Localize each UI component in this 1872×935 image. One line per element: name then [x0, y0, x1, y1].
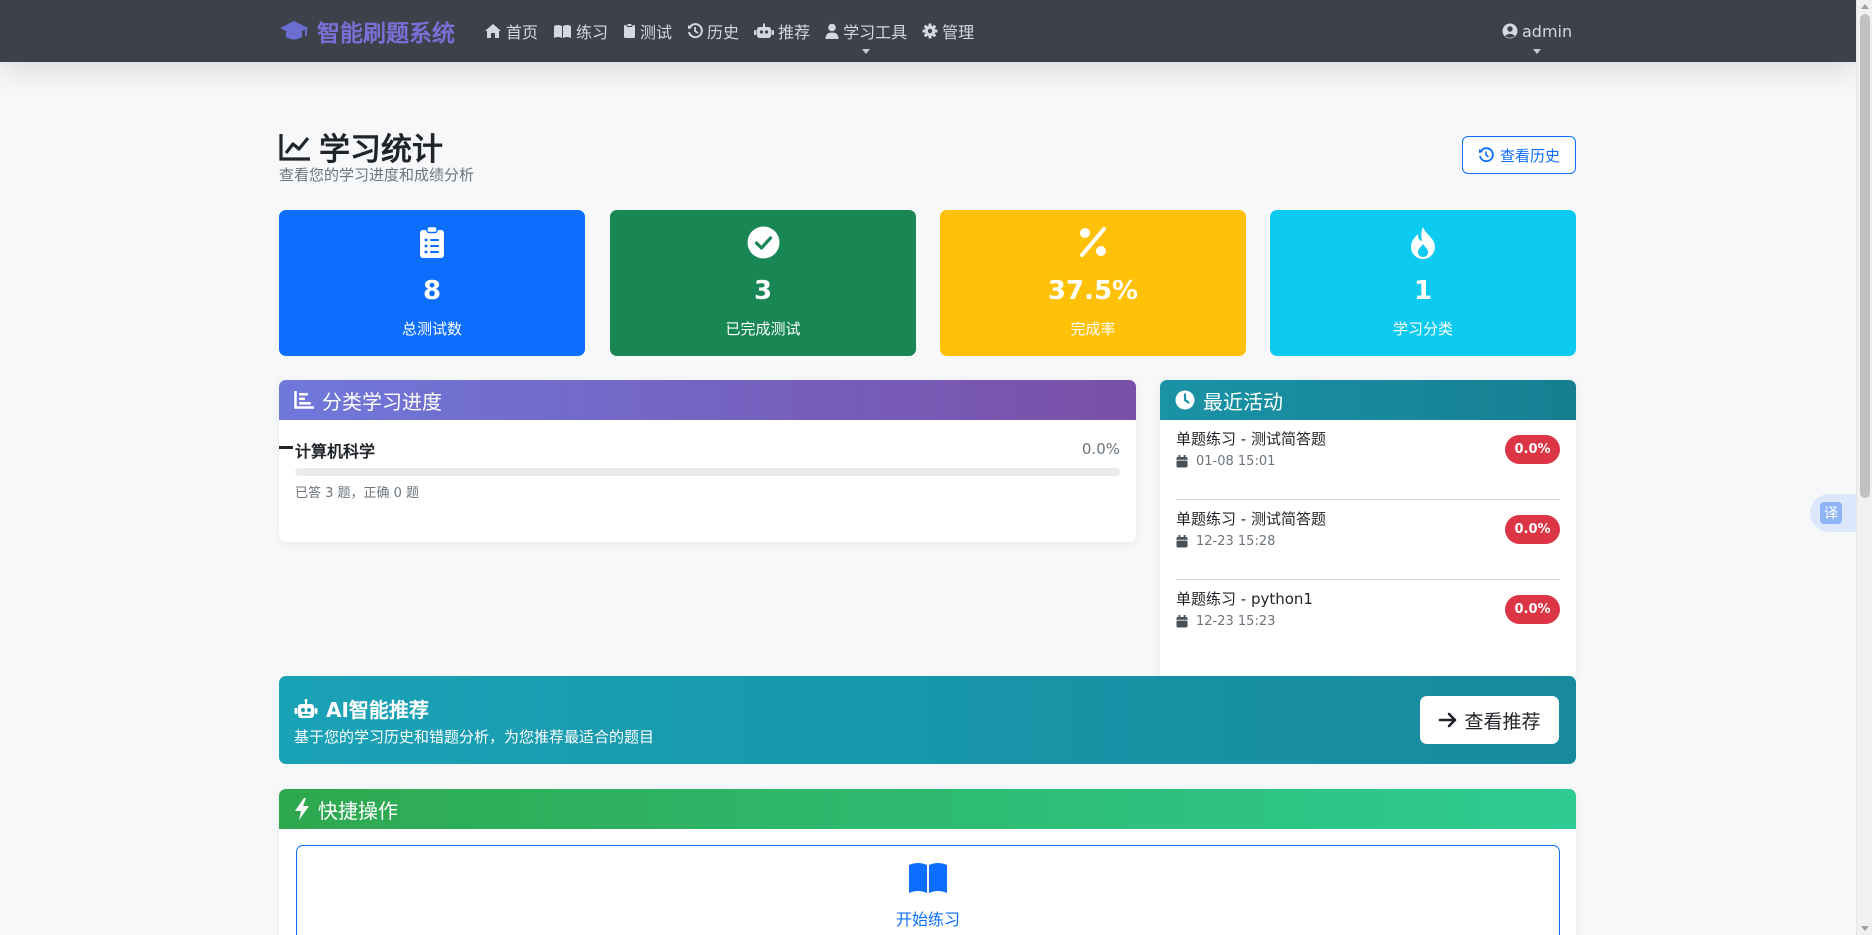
category-progress-title: 分类学习进度: [322, 389, 442, 414]
nav-item-home[interactable]: 首页: [484, 18, 538, 44]
brand-name: 智能刷题系统: [317, 21, 455, 47]
activity-item[interactable]: 单题练习 - python1 12-23 15:23 0.0%: [1176, 580, 1560, 660]
nav-item-recommend[interactable]: 推荐: [754, 18, 810, 44]
username: admin: [1522, 21, 1573, 41]
view-recommendations-button[interactable]: 查看推荐: [1420, 696, 1559, 744]
activity-time: 12-23 15:23: [1176, 614, 1275, 629]
chevron-down-icon: [862, 49, 871, 54]
history-icon: [1478, 147, 1494, 163]
page-title: 学习统计: [279, 124, 443, 169]
stat-card-categories: 1 学习分类: [1270, 210, 1576, 356]
arrow-right-icon: [1439, 712, 1457, 728]
recent-activity-title: 最近活动: [1203, 389, 1283, 414]
user-dropdown[interactable]: admin: [1502, 18, 1573, 54]
robot-icon: [294, 698, 318, 718]
gear-icon: [922, 23, 938, 39]
nav-label: 首页: [506, 23, 539, 42]
book-icon: [554, 24, 572, 38]
stat-value: 8: [422, 276, 442, 306]
page-title-text: 学习统计: [319, 132, 443, 168]
scroll-up-arrow[interactable]: [1861, 4, 1869, 9]
bolt-icon: [295, 798, 309, 820]
score-badge: 0.0%: [1505, 435, 1560, 464]
stat-label: 总测试数: [401, 320, 462, 338]
home-icon: [485, 24, 501, 38]
view-history-button[interactable]: 查看历史: [1462, 136, 1576, 174]
scroll-thumb[interactable]: [1860, 14, 1870, 498]
user-icon: [825, 23, 839, 39]
start-practice-button[interactable]: 开始练习: [296, 845, 1560, 935]
ai-recommend-title: AI智能推荐: [294, 694, 429, 723]
stat-label: 已完成测试: [725, 320, 801, 338]
activity-time: 12-23 15:28: [1176, 534, 1275, 549]
view-history-label: 查看历史: [1499, 146, 1560, 165]
category-name: 计算机科学: [295, 442, 376, 461]
score-badge: 0.0%: [1505, 515, 1560, 544]
chevron-down-icon: [1533, 49, 1542, 54]
robot-icon: [754, 23, 775, 38]
stat-label: 学习分类: [1392, 320, 1453, 338]
nav-label: 学习工具: [843, 23, 908, 42]
category-stats: 已答 3 题，正确 0 题: [295, 486, 420, 501]
bar-chart-icon: [294, 391, 314, 409]
score-badge: 0.0%: [1505, 595, 1560, 624]
top-navbar: 智能刷题系统 首页 练习 测试 历史 推荐 学习工具 管理 admin: [0, 0, 1856, 62]
recent-activity-header: 最近活动: [1160, 380, 1576, 420]
scroll-down-arrow[interactable]: [1861, 926, 1869, 931]
nav-item-history[interactable]: 历史: [687, 18, 739, 44]
clipboard-list-icon: [420, 226, 444, 258]
percent-icon: [1080, 227, 1106, 257]
category-marker: [279, 446, 293, 449]
stat-card-total-tests: 8 总测试数: [279, 210, 585, 356]
category-percent: 0.0%: [1081, 440, 1120, 458]
stat-card-completed-tests: 3 已完成测试: [610, 210, 916, 356]
nav-item-study-tools[interactable]: 学习工具: [825, 18, 908, 54]
stat-value: 1: [1413, 276, 1433, 306]
recent-activity-panel: 最近活动 单题练习 - 测试简答题 01-08 15:01 0.0% 单题练习 …: [1160, 380, 1576, 676]
activity-time: 01-08 15:01: [1176, 454, 1275, 469]
user-circle-icon: [1502, 23, 1518, 39]
fire-icon: [1411, 227, 1435, 259]
page-subtitle: 查看您的学习进度和成绩分析: [279, 166, 475, 184]
category-progress-header: 分类学习进度: [279, 380, 1136, 420]
category-progress-panel: 分类学习进度 计算机科学 0.0% 已答 3 题，正确 0 题: [279, 380, 1136, 542]
check-circle-icon: [747, 226, 779, 259]
page-scrollbar[interactable]: [1856, 0, 1872, 935]
nav-label: 推荐: [778, 23, 811, 42]
nav-item-test[interactable]: 测试: [623, 18, 672, 44]
translate-float-button[interactable]: 译: [1810, 494, 1856, 532]
quick-actions-header: 快捷操作: [279, 789, 1576, 829]
stat-card-completion-rate: 37.5% 完成率: [940, 210, 1246, 356]
calendar-icon: [1176, 615, 1188, 628]
ai-recommend-banner: AI智能推荐 基于您的学习历史和错题分析，为您推荐最适合的题目 查看推荐: [279, 676, 1576, 764]
history-icon: [688, 23, 703, 39]
stat-value: 37.5%: [1047, 276, 1139, 306]
calendar-icon: [1176, 455, 1188, 468]
nav-label: 测试: [640, 23, 673, 42]
stat-label: 完成率: [1070, 320, 1116, 338]
brand-logo[interactable]: 智能刷题系统: [279, 16, 455, 47]
graduation-cap-icon: [280, 21, 308, 40]
stat-value: 3: [753, 276, 773, 306]
start-practice-label: 开始练习: [895, 910, 960, 929]
chart-line-icon: [279, 133, 310, 161]
clipboard-icon: [624, 23, 636, 38]
calendar-icon: [1176, 535, 1188, 548]
activity-item[interactable]: 单题练习 - 测试简答题 01-08 15:01 0.0%: [1176, 420, 1560, 500]
activity-title: 单题练习 - 测试简答题: [1176, 430, 1326, 448]
nav-item-admin[interactable]: 管理: [922, 18, 974, 44]
nav-label: 练习: [576, 23, 609, 42]
book-open-icon: [909, 863, 947, 893]
quick-actions-panel: 快捷操作 开始练习: [279, 789, 1576, 935]
nav-label: 历史: [707, 23, 740, 42]
ai-recommend-description: 基于您的学习历史和错题分析，为您推荐最适合的题目: [294, 728, 655, 746]
activity-title: 单题练习 - python1: [1176, 590, 1313, 608]
translate-icon: 译: [1820, 502, 1842, 524]
nav-label: 管理: [942, 23, 975, 42]
activity-item[interactable]: 单题练习 - 测试简答题 12-23 15:28 0.0%: [1176, 500, 1560, 580]
activity-title: 单题练习 - 测试简答题: [1176, 510, 1326, 528]
nav-item-practice[interactable]: 练习: [553, 18, 608, 44]
category-progress-bar: [295, 468, 1120, 476]
clock-icon: [1175, 390, 1195, 410]
